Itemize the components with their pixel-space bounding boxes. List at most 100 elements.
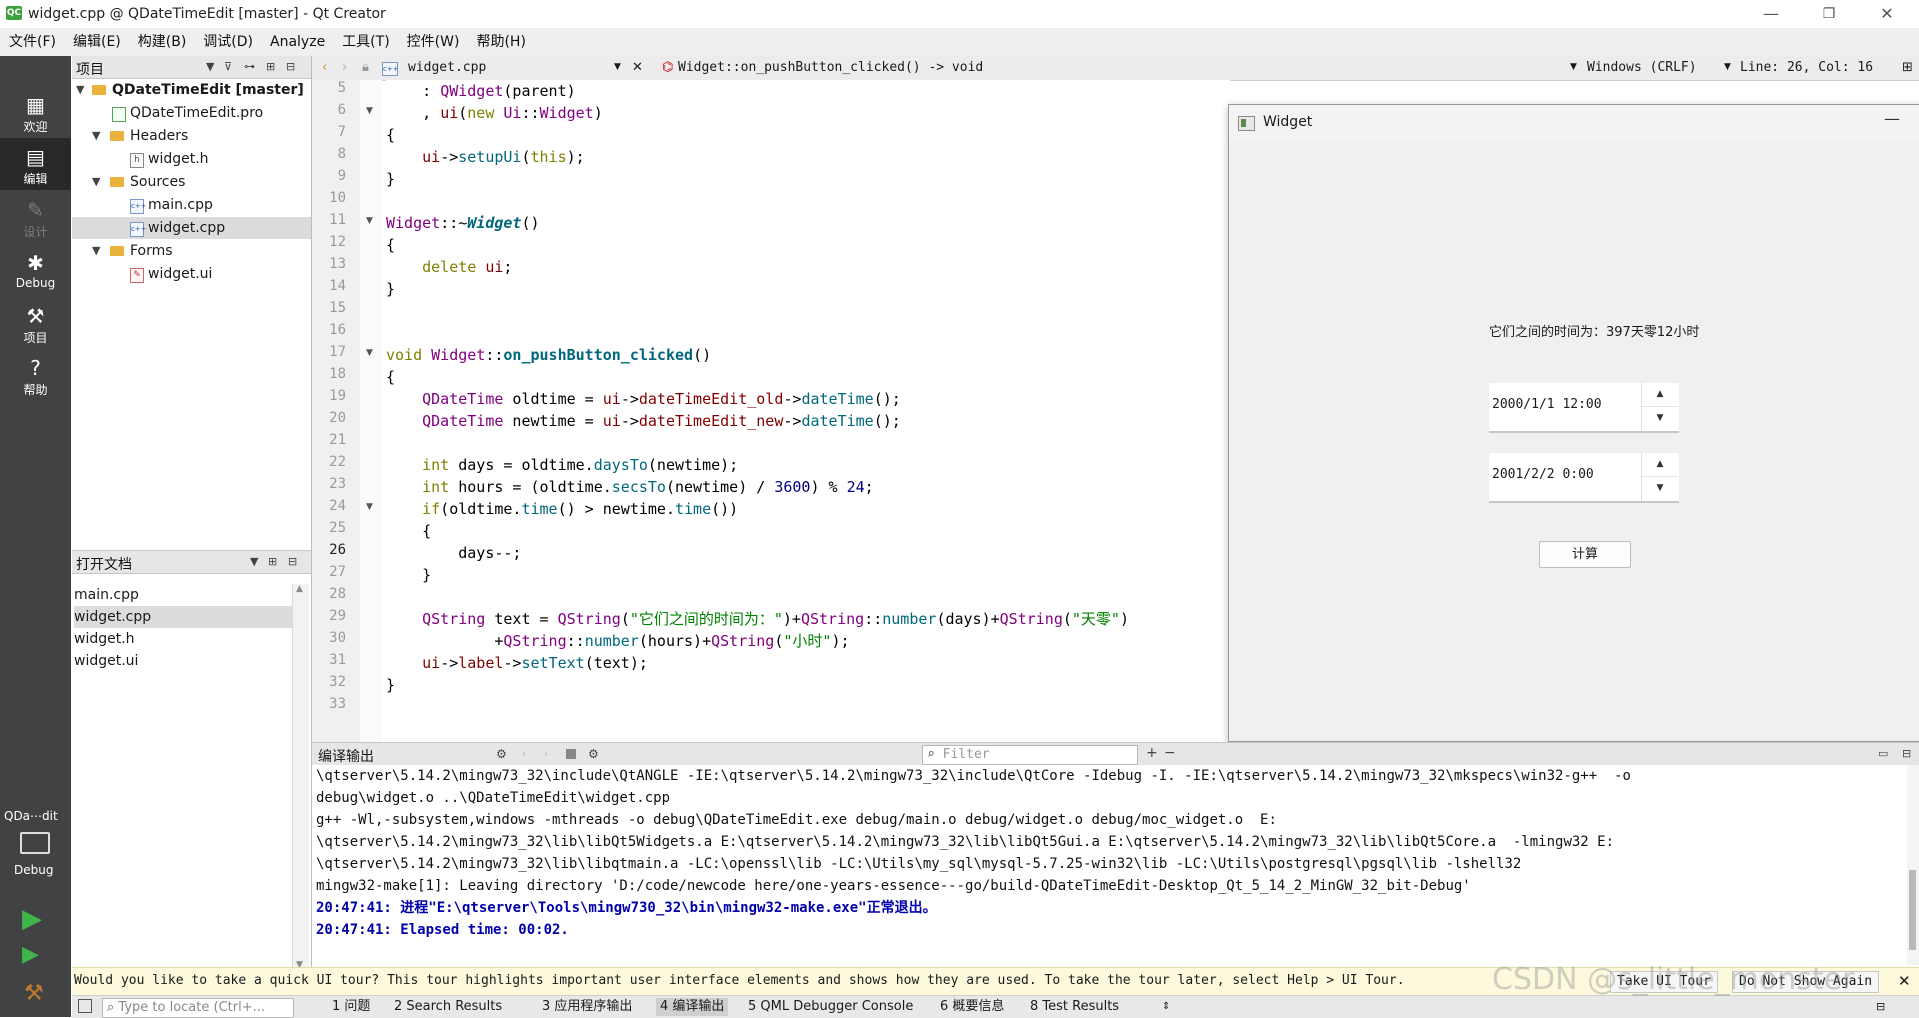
encoding-selector[interactable]: Windows (CRLF) bbox=[1587, 60, 1697, 75]
fold-marker-icon[interactable]: ▼ bbox=[366, 502, 373, 512]
widget-title-bar[interactable]: Widget — bbox=[1229, 105, 1919, 141]
progress-toggle-icon[interactable]: ⊟ bbox=[1872, 998, 1889, 1016]
open-doc-item[interactable]: widget.h bbox=[74, 628, 292, 650]
tree-item-headers[interactable]: ▼ Headers bbox=[72, 125, 311, 147]
minimize-icon[interactable]: — bbox=[1748, 2, 1794, 26]
datetime-value[interactable]: 2001/2/2 0:00 bbox=[1492, 467, 1594, 482]
spin-down-icon[interactable]: ▼ bbox=[1642, 407, 1678, 430]
open-doc-item[interactable]: main.cpp bbox=[74, 584, 292, 606]
menu-analyze[interactable]: Analyze bbox=[261, 28, 333, 56]
open-doc-item[interactable]: widget.cpp bbox=[74, 606, 292, 628]
fold-marker-icon[interactable]: ▼ bbox=[366, 216, 373, 226]
menu-file[interactable]: 文件(F) bbox=[0, 28, 64, 56]
prev-icon[interactable]: ‹ bbox=[522, 747, 526, 760]
dropdown-icon[interactable]: ▼ bbox=[1724, 62, 1731, 72]
symbol-selector[interactable]: Widget::on_pushButton_clicked() -> void bbox=[678, 60, 983, 75]
menu-debug[interactable]: 调试(D) bbox=[194, 28, 261, 56]
close-icon[interactable]: ✕ bbox=[1864, 2, 1910, 26]
tab-search-results[interactable]: 2 Search Results bbox=[390, 998, 506, 1016]
build-settings-icon[interactable]: ⚙ bbox=[496, 747, 507, 761]
scroll-up-icon[interactable]: ▲ bbox=[296, 584, 303, 594]
build-hammer-icon[interactable]: ⚒ bbox=[24, 981, 44, 1006]
mode-projects[interactable]: ⚒ 项目 bbox=[0, 297, 71, 349]
dropdown-icon[interactable]: ▼ bbox=[206, 60, 214, 73]
tab-compile-output[interactable]: 4 编译输出 bbox=[656, 998, 729, 1016]
menu-help[interactable]: 帮助(H) bbox=[467, 28, 533, 56]
tree-item-forms[interactable]: ▼ Forms bbox=[72, 240, 311, 262]
chevron-down-icon[interactable]: ▼ bbox=[92, 240, 100, 262]
stop-icon[interactable] bbox=[566, 749, 576, 759]
output-scrollbar[interactable] bbox=[1907, 765, 1919, 965]
datetime-edit-old[interactable]: 2000/1/1 12:00 ▲ ▼ bbox=[1489, 383, 1679, 433]
menu-build[interactable]: 构建(B) bbox=[129, 28, 195, 56]
mode-edit[interactable]: ▤ 编辑 bbox=[0, 138, 71, 190]
tree-item-main-cpp[interactable]: c++ main.cpp bbox=[72, 194, 311, 216]
calculate-button[interactable]: 计算 bbox=[1539, 541, 1631, 568]
code-editor[interactable]: : QWidget(parent) , ui(new Ui::Widget) {… bbox=[386, 80, 1230, 742]
dropdown-icon[interactable]: ▼ bbox=[1570, 62, 1577, 72]
link-icon[interactable]: ⊶ bbox=[244, 60, 255, 73]
zoom-out-icon[interactable]: − bbox=[1164, 745, 1176, 761]
tree-item-project[interactable]: ▼ QDateTimeEdit [master] bbox=[72, 79, 311, 101]
output-filter-input[interactable]: ⌕ Filter bbox=[922, 745, 1138, 765]
fold-marker-icon[interactable]: ▼ bbox=[366, 106, 373, 116]
spin-down-icon[interactable]: ▼ bbox=[1642, 477, 1678, 500]
spin-up-icon[interactable]: ▲ bbox=[1642, 453, 1678, 477]
datetime-value[interactable]: 2000/1/1 12:00 bbox=[1492, 397, 1602, 412]
editor-file-name[interactable]: widget.cpp bbox=[408, 60, 486, 75]
tree-item-widget-ui[interactable]: ✎ widget.ui bbox=[72, 263, 311, 285]
close-pane-icon[interactable]: ⊟ bbox=[1902, 747, 1911, 760]
more-tabs-icon[interactable]: ⇕ bbox=[1158, 998, 1174, 1016]
split-icon[interactable]: ⊞ bbox=[268, 555, 277, 568]
dropdown-icon[interactable]: ▼ bbox=[614, 62, 621, 72]
mode-help[interactable]: ? 帮助 bbox=[0, 349, 71, 401]
chevron-down-icon[interactable]: ▼ bbox=[76, 79, 84, 101]
mode-welcome[interactable]: ▦ 欢迎 bbox=[0, 86, 71, 138]
menu-controls[interactable]: 控件(W) bbox=[398, 28, 468, 56]
close-icon[interactable]: ✕ bbox=[1898, 972, 1911, 990]
gear-icon[interactable]: ⚙ bbox=[588, 747, 599, 761]
minimize-icon[interactable]: — bbox=[1884, 109, 1900, 128]
close-panel-icon[interactable]: ⊟ bbox=[288, 555, 297, 568]
forward-icon[interactable]: › bbox=[342, 60, 347, 75]
next-icon[interactable]: › bbox=[544, 747, 548, 760]
tab-summary[interactable]: 6 概要信息 bbox=[936, 998, 1008, 1016]
tree-item-sources[interactable]: ▼ Sources bbox=[72, 171, 311, 193]
scroll-thumb[interactable] bbox=[1909, 870, 1916, 950]
datetime-edit-new[interactable]: 2001/2/2 0:00 ▲ ▼ bbox=[1489, 453, 1679, 503]
mode-design[interactable]: ✎ 设计 bbox=[0, 191, 71, 243]
zoom-in-icon[interactable]: + bbox=[1146, 745, 1158, 761]
open-doc-item[interactable]: widget.ui bbox=[74, 650, 292, 672]
sidebar-toggle-icon[interactable] bbox=[78, 999, 92, 1013]
widget-app-window[interactable]: Widget — 它们之间的时间为：397天零12小时 2000/1/1 12:… bbox=[1228, 104, 1919, 742]
monitor-icon[interactable] bbox=[20, 832, 50, 854]
debug-run-icon[interactable]: ▶ bbox=[22, 942, 39, 967]
dropdown-icon[interactable]: ▼ bbox=[250, 555, 258, 568]
tree-item-widget-h[interactable]: h widget.h bbox=[72, 148, 311, 170]
split-icon[interactable]: ⊞ bbox=[266, 60, 275, 73]
close-panel-icon[interactable]: ⊟ bbox=[286, 60, 295, 73]
tree-item-widget-cpp[interactable]: c++ widget.cpp bbox=[72, 217, 311, 239]
spin-up-icon[interactable]: ▲ bbox=[1642, 383, 1678, 407]
compile-output-text[interactable]: \qtserver\5.14.2\mingw73_32\include\QtAN… bbox=[312, 765, 1907, 965]
menu-tools[interactable]: 工具(T) bbox=[333, 28, 397, 56]
filter-icon[interactable]: ⊽ bbox=[224, 60, 232, 73]
fold-marker-icon[interactable]: ▼ bbox=[366, 348, 373, 358]
run-icon[interactable]: ▶ bbox=[22, 904, 42, 934]
tab-test-results[interactable]: 8 Test Results bbox=[1026, 998, 1123, 1016]
tree-item-pro-file[interactable]: QDateTimeEdit.pro bbox=[72, 102, 311, 124]
maximize-pane-icon[interactable]: ▭ bbox=[1878, 747, 1888, 760]
close-file-icon[interactable]: ✕ bbox=[632, 60, 643, 75]
mode-debug[interactable]: ✱ Debug bbox=[0, 244, 71, 296]
restore-icon[interactable]: ❐ bbox=[1806, 2, 1852, 26]
chevron-down-icon[interactable]: ▼ bbox=[92, 125, 100, 147]
tab-issues[interactable]: 1 问题 bbox=[328, 998, 374, 1016]
chevron-down-icon[interactable]: ▼ bbox=[92, 171, 100, 193]
tab-qml-debugger[interactable]: 5 QML Debugger Console bbox=[744, 998, 917, 1016]
split-icon[interactable]: ⊞ bbox=[1902, 60, 1913, 75]
cursor-position[interactable]: Line: 26, Col: 16 bbox=[1740, 60, 1873, 75]
back-icon[interactable]: ‹ bbox=[322, 60, 327, 75]
menu-edit[interactable]: 编辑(E) bbox=[64, 28, 129, 56]
locator-input[interactable]: ⌕ Type to locate (Ctrl+... bbox=[102, 998, 294, 1018]
tab-application-output[interactable]: 3 应用程序输出 bbox=[538, 998, 636, 1016]
